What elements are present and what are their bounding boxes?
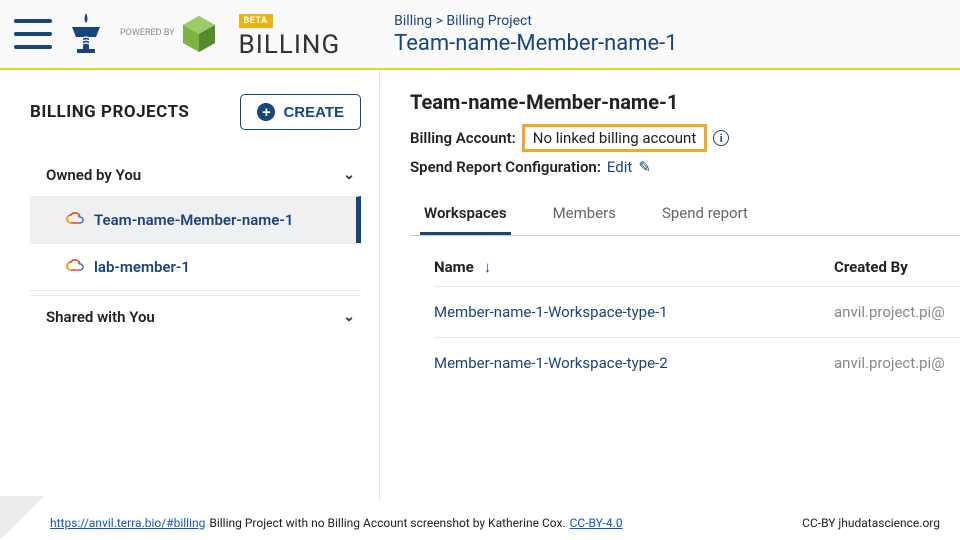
project-item-selected[interactable]: Team-name-Member-name-1 xyxy=(30,196,361,243)
created-by-value: anvil.project.pi@ xyxy=(834,303,960,321)
sidebar: BILLING PROJECTS + CREATE Owned by You ⌄… xyxy=(0,70,380,500)
billing-account-line: Billing Account: No linked billing accou… xyxy=(410,124,960,152)
section-shared-with-you[interactable]: Shared with You ⌄ xyxy=(30,295,361,338)
breadcrumb-current: Billing Project xyxy=(446,13,532,29)
create-button[interactable]: + CREATE xyxy=(240,94,361,130)
edit-label: Edit xyxy=(607,158,632,176)
workspace-link[interactable]: Member-name-1-Workspace-type-1 xyxy=(434,303,668,321)
tabs: Workspaces Members Spend report xyxy=(410,194,960,236)
section-label: Shared with You xyxy=(46,308,155,326)
footer-caption: Billing Project with no Billing Account … xyxy=(209,516,565,530)
breadcrumb-title: Team-name-Member-name-1 xyxy=(394,31,677,56)
footer-license-link[interactable]: CC-BY-4.0 xyxy=(570,516,623,530)
terra-logo-icon xyxy=(181,14,217,54)
col-name-label: Name xyxy=(434,258,474,276)
col-header-created-by[interactable]: Created By xyxy=(834,258,960,276)
top-bar: POWERED BY BETA BILLING Billing > Billin… xyxy=(0,0,960,70)
main-panel: Team-name-Member-name-1 Billing Account:… xyxy=(380,70,960,500)
table-row: Member-name-1-Workspace-type-2 anvil.pro… xyxy=(434,337,960,388)
section-label: Owned by You xyxy=(46,166,141,184)
billing-account-label: Billing Account: xyxy=(410,129,516,147)
menu-icon[interactable] xyxy=(14,19,52,49)
google-cloud-icon xyxy=(66,211,84,229)
section-owned-by-you[interactable]: Owned by You ⌄ xyxy=(30,154,361,196)
breadcrumb-sep: > xyxy=(436,13,443,29)
spend-config-line: Spend Report Configuration: Edit ✎ xyxy=(410,158,960,176)
table-row: Member-name-1-Workspace-type-1 anvil.pro… xyxy=(434,286,960,337)
col-header-name[interactable]: Name ↓ xyxy=(434,258,834,276)
footer-url-link[interactable]: https://anvil.terra.bio/#billing xyxy=(50,516,205,530)
beta-badge: BETA xyxy=(239,14,273,28)
content: BILLING PROJECTS + CREATE Owned by You ⌄… xyxy=(0,70,960,500)
chevron-down-icon: ⌄ xyxy=(343,309,355,325)
page-label: BETA BILLING xyxy=(239,8,341,60)
tab-workspaces[interactable]: Workspaces xyxy=(420,194,511,235)
plus-icon: + xyxy=(257,103,275,121)
footer: https://anvil.terra.bio/#billing Billing… xyxy=(0,508,960,534)
breadcrumb-root[interactable]: Billing xyxy=(394,13,432,29)
page-title: BILLING xyxy=(239,30,341,60)
chevron-down-icon: ⌄ xyxy=(343,167,355,183)
billing-account-value: No linked billing account xyxy=(522,124,707,152)
powered-by-label: POWERED BY xyxy=(120,29,175,39)
sort-arrow-icon: ↓ xyxy=(484,258,492,276)
google-cloud-icon xyxy=(66,258,84,276)
created-by-value: anvil.project.pi@ xyxy=(834,354,960,372)
anvil-logo xyxy=(66,11,106,57)
project-name: Team-name-Member-name-1 xyxy=(94,211,293,229)
powered-by-terra: POWERED BY xyxy=(120,14,217,54)
tab-spend-report[interactable]: Spend report xyxy=(658,194,752,235)
sidebar-heading: BILLING PROJECTS xyxy=(30,102,189,122)
spend-config-label: Spend Report Configuration: xyxy=(410,158,601,176)
project-title: Team-name-Member-name-1 xyxy=(410,90,960,114)
workspace-link[interactable]: Member-name-1-Workspace-type-2 xyxy=(434,354,668,372)
workspaces-table: Name ↓ Created By Member-name-1-Workspac… xyxy=(410,258,960,388)
project-name: lab-member-1 xyxy=(94,258,190,276)
footer-right: CC-BY jhudatascience.org xyxy=(802,516,940,530)
create-label: CREATE xyxy=(283,104,344,121)
table-header: Name ↓ Created By xyxy=(434,258,960,286)
breadcrumb: Billing > Billing Project Team-name-Memb… xyxy=(394,13,677,56)
info-icon[interactable]: i xyxy=(713,130,729,146)
pencil-icon: ✎ xyxy=(638,158,651,176)
tab-members[interactable]: Members xyxy=(549,194,620,235)
project-item[interactable]: lab-member-1 xyxy=(30,243,361,291)
edit-spend-config-link[interactable]: Edit ✎ xyxy=(607,158,651,176)
